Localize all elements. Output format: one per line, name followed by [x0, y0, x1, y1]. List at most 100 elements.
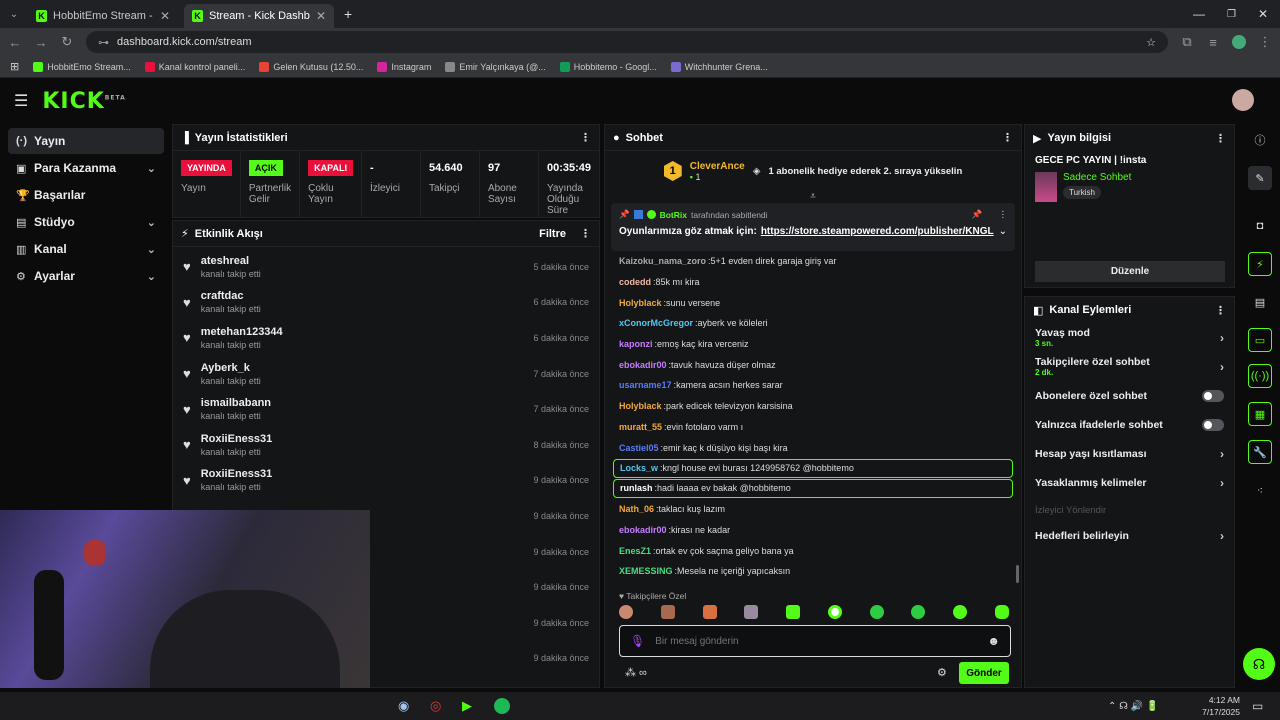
message-field[interactable] [655, 635, 978, 647]
document-icon[interactable]: ▤ [1248, 290, 1272, 314]
sidebar-item-4[interactable]: ▤ Stüdyo ⌄ [8, 209, 164, 235]
tray-icons[interactable]: ⌃ ☊ 🔊 🔋 [1108, 701, 1159, 712]
app-icon[interactable]: ◎ [430, 698, 441, 714]
clock[interactable]: 4:12 AM 7/17/2025 [1196, 694, 1240, 718]
chat-icon[interactable]: ▭ [1248, 328, 1272, 352]
chevron-down-icon[interactable]: ⌄ [147, 243, 156, 256]
activity-user[interactable]: RoxiiEness31 [201, 468, 273, 480]
chat-username[interactable]: muratt_55 [619, 422, 662, 432]
chat-message[interactable]: usarname17: kamera acsın herkes sarar [613, 375, 1013, 396]
activity-item[interactable]: ♥ ismailbabann kanalı takip etti 7 dakika ö… [173, 391, 599, 427]
activity-item[interactable]: ♥ Ayberk_k kanalı takip etti 7 dakika önce [173, 356, 599, 392]
sidebar-item-2[interactable]: ▣ Para Kazanma ⌄ [8, 155, 164, 181]
channel-action-item[interactable]: Yasaklanmış kelimeler › [1025, 468, 1234, 497]
chat-message[interactable]: EnesZ1: ortak ev çok saçma geliyo bana y… [613, 540, 1013, 561]
emote-icon[interactable] [744, 605, 759, 619]
spotify-icon[interactable] [494, 698, 510, 714]
chevron-right-icon[interactable]: › [1220, 331, 1224, 345]
channel-action-item[interactable]: Yalnızca ifadelerle sohbet [1025, 410, 1234, 439]
category-name[interactable]: Sadece Sohbet [1063, 172, 1131, 183]
scroll-down-icon[interactable]: ⩡ [605, 191, 1021, 203]
chat-tools-icon[interactable]: ⁂ ∞ [625, 666, 647, 679]
minimize-icon[interactable]: — [1193, 7, 1205, 21]
emote-icon[interactable] [994, 605, 1009, 619]
activity-user[interactable]: metehan123344 [201, 326, 283, 338]
chevron-right-icon[interactable]: › [1220, 529, 1224, 543]
bookmark-item[interactable]: Kanal kontrol paneli... [144, 61, 245, 72]
pinned-message[interactable]: 📌 BotRix tarafından sabitlendi 📌 ⋮ Oyunl… [611, 203, 1015, 251]
chat-message[interactable]: Locks_w: kngl house evi burası 124995876… [613, 458, 1013, 478]
sidebar-item-1[interactable]: (·) Yayın [8, 128, 164, 154]
chat-username[interactable]: XEMESSING [619, 566, 673, 576]
bookmark-item[interactable]: Gelen Kutusu (12.50... [259, 61, 363, 72]
edit-button[interactable]: Düzenle [1035, 261, 1225, 282]
steam-icon[interactable]: ◉ [398, 698, 409, 714]
lightning-icon[interactable]: ⚡ [1248, 252, 1272, 276]
notification-icon[interactable]: ▭ [1252, 699, 1263, 713]
share-icon[interactable]: ⁖ [1248, 478, 1272, 502]
chat-message[interactable]: Castiel05: emir kaç k düşüyo kişi başı k… [613, 437, 1013, 458]
filter-button[interactable]: Filtre [539, 228, 566, 240]
chat-username[interactable]: xConorMcGregor [619, 318, 693, 328]
chat-message[interactable]: ebokadir00: kirası ne kadar [613, 520, 1013, 541]
unpin-icon[interactable]: 📌 [972, 209, 983, 220]
microphone-icon[interactable]: 🎙 [630, 634, 645, 648]
chat-input[interactable]: 🎙 ☻ [619, 625, 1011, 657]
channel-action-item[interactable]: Hedefleri belirleyin › [1025, 522, 1234, 549]
sidebar-item-5[interactable]: ▥ Kanal ⌄ [8, 236, 164, 262]
chat-message[interactable]: Kaizoku_nama_zoro: 5+1 evden direk garaj… [613, 251, 1013, 272]
bookmark-item[interactable]: Instagram [377, 61, 431, 72]
window-close-icon[interactable]: ✕ [1258, 7, 1268, 21]
tab-search-icon[interactable]: ⌄ [0, 9, 28, 20]
chevron-right-icon[interactable]: › [1220, 447, 1224, 461]
reload-icon[interactable]: ↻ [60, 34, 74, 50]
bookmark-item[interactable]: Witchhunter Grena... [670, 61, 768, 72]
chat-username[interactable]: usarname17 [619, 380, 672, 390]
extensions-icon[interactable]: ⧉ [1180, 34, 1194, 50]
sidebar-item-6[interactable]: ⚙ Ayarlar ⌄ [8, 263, 164, 289]
chevron-down-icon[interactable]: ⌄ [147, 270, 156, 283]
kick-app-icon[interactable]: ▶ [462, 698, 472, 714]
activity-item[interactable]: ♥ metehan123344 kanalı takip etti 6 dakika … [173, 320, 599, 356]
chat-message[interactable]: Holyblack: park edicek televizyon karsis… [613, 396, 1013, 417]
new-tab-icon[interactable]: + [344, 6, 352, 22]
menu-icon[interactable]: ☰ [14, 91, 28, 111]
tab-hobbitemo-stream[interactable]: K HobbitEmo Stream - Watch Liv ✕ [28, 4, 178, 28]
pinned-link[interactable]: https://store.steampowered.com/publisher… [761, 226, 994, 237]
emote-icon[interactable] [911, 605, 926, 619]
chat-username[interactable]: Kaizoku_nama_zoro [619, 256, 706, 266]
emote-icon[interactable] [869, 605, 884, 619]
chat-message[interactable]: xConorMcGregor: ayberk ve köleleri [613, 313, 1013, 334]
more-options-icon[interactable]: ⋮ [1002, 131, 1013, 144]
sidebar-item-3[interactable]: 🏆 Başarılar [8, 182, 164, 208]
chat-message[interactable]: ebokadir00: tavuk havuza düşer olmaz [613, 354, 1013, 375]
toggle-switch[interactable] [1202, 418, 1224, 431]
chevron-down-icon[interactable]: ⌄ [147, 216, 156, 229]
bookmark-item[interactable]: HobbitEmo Stream... [33, 61, 131, 72]
restore-icon[interactable]: ❐ [1227, 9, 1236, 20]
chat-username[interactable]: Castiel05 [619, 443, 659, 453]
chat-message[interactable]: Holyblack: sunu versene [613, 292, 1013, 313]
chat-username[interactable]: Locks_w [620, 463, 658, 473]
emote-icon[interactable] [702, 605, 717, 619]
chat-username[interactable]: ebokadir00 [619, 525, 667, 535]
chevron-right-icon[interactable]: › [1220, 476, 1224, 490]
chat-message[interactable]: kaponzi: emoş kaç kira verceniz [613, 334, 1013, 355]
apps-icon[interactable]: ⊞ [10, 60, 19, 73]
tab-kick-dashboard[interactable]: K Stream - Kick Dashboard ✕ [184, 4, 334, 28]
browser-menu-icon[interactable]: ⋮ [1258, 34, 1272, 50]
chat-settings-icon[interactable]: ⚙ [937, 666, 947, 679]
chat-message[interactable]: muratt_55: evin fotolaro varm ı [613, 417, 1013, 438]
site-info-icon[interactable]: ⊶ [98, 36, 109, 49]
language-tag[interactable]: Turkish [1063, 186, 1101, 199]
chat-message[interactable]: Nath_06: taklacı kuş lazım [613, 499, 1013, 520]
channel-action-item[interactable]: Abonelere özel sohbet [1025, 381, 1234, 410]
url-input[interactable]: ⊶ dashboard.kick.com/stream ☆ [86, 31, 1168, 53]
close-tab-icon[interactable]: ✕ [316, 9, 326, 23]
activity-item[interactable]: ♥ craftdac kanalı takip etti 6 dakika önce [173, 285, 599, 321]
toggle-switch[interactable] [1202, 389, 1224, 402]
expand-pinned-icon[interactable]: ⌄ [999, 226, 1007, 237]
forward-icon[interactable]: → [34, 35, 48, 50]
chat-username[interactable]: EnesZ1 [619, 546, 651, 556]
profile-icon[interactable] [1232, 35, 1246, 49]
